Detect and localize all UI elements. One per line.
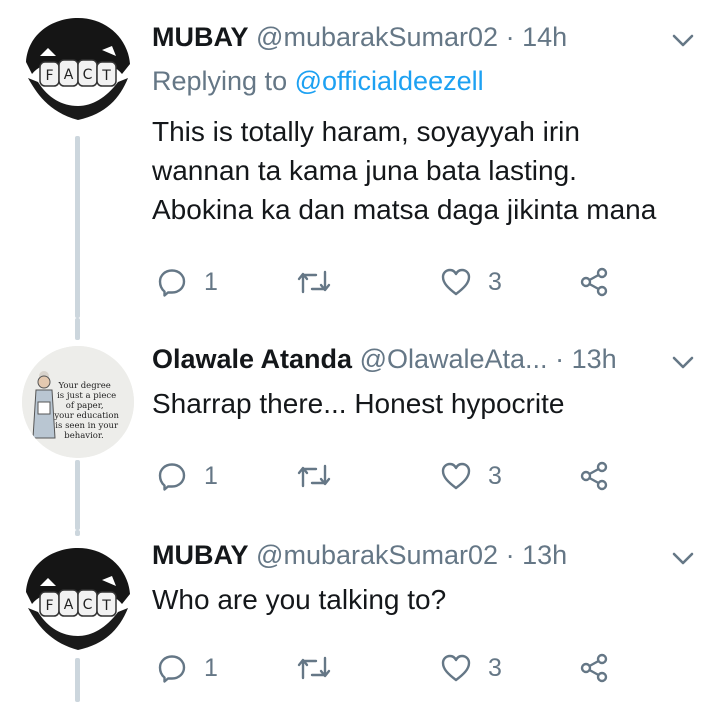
share-button[interactable] — [578, 652, 610, 684]
reply-button[interactable]: 1 — [156, 460, 218, 492]
reply-icon — [158, 655, 186, 683]
display-name[interactable]: MUBAY — [152, 22, 249, 52]
reply-button[interactable]: 1 — [156, 652, 218, 684]
replying-prefix: Replying to — [152, 66, 295, 96]
timestamp[interactable]: 13h — [572, 344, 617, 374]
tweet-actions: 1 3 — [152, 652, 632, 692]
mention-link[interactable]: @officialdeezell — [295, 66, 484, 96]
replying-to: Replying to @officialdeezell — [152, 64, 484, 98]
separator-dot: · — [505, 22, 515, 52]
share-button[interactable] — [578, 266, 610, 298]
fact-letter: A — [64, 67, 74, 83]
reply-count: 1 — [204, 267, 218, 296]
like-count: 3 — [488, 267, 502, 296]
separator-dot: · — [555, 344, 565, 374]
quote-line: is just a piece — [57, 391, 116, 401]
text-line: Who are you talking to? — [152, 584, 447, 615]
text-line: wannan ta kama juna bata lasting. — [152, 155, 577, 186]
quote-line: of paper, — [66, 401, 104, 411]
avatar[interactable]: F A C T — [22, 542, 134, 654]
like-count: 3 — [488, 461, 502, 490]
share-icon — [580, 461, 608, 491]
tweet[interactable]: F A C T MUBAY @mubarakSumar02 · 14h Repl… — [0, 0, 720, 318]
text-line: Sharrap there... Honest hypocrite — [152, 388, 565, 419]
like-icon — [441, 462, 471, 490]
retweet-icon — [297, 656, 331, 680]
tweet-actions: 1 3 — [152, 460, 632, 500]
share-button[interactable] — [578, 460, 610, 492]
retweet-button[interactable] — [296, 266, 332, 298]
thread-line — [75, 136, 80, 318]
tweet[interactable]: F A C T MUBAY @mubarakSumar02 · 13h Who … — [0, 530, 720, 702]
retweet-icon — [297, 270, 331, 294]
like-count: 3 — [488, 653, 502, 682]
tweet-text: Who are you talking to? — [152, 580, 712, 619]
timestamp[interactable]: 14h — [522, 22, 567, 52]
like-icon — [441, 654, 471, 682]
tweet-header: MUBAY @mubarakSumar02 · 13h — [152, 538, 567, 572]
retweet-icon — [297, 464, 331, 488]
retweet-button[interactable] — [296, 652, 332, 684]
reply-icon — [158, 269, 186, 297]
chevron-down-icon[interactable] — [670, 548, 696, 568]
tweet-text: Sharrap there... Honest hypocrite — [152, 384, 712, 423]
tweet-text: This is totally haram, soyayyah irin wan… — [152, 112, 712, 229]
thread-line — [75, 460, 80, 530]
username[interactable]: @OlawaleAta... — [360, 344, 548, 374]
tweet[interactable]: Your degree is just a piece of paper, yo… — [0, 318, 720, 530]
share-icon — [580, 653, 608, 683]
tweet-header: Olawale Atanda @OlawaleAta... · 13h — [152, 342, 617, 376]
like-button[interactable]: 3 — [440, 460, 502, 492]
display-name[interactable]: Olawale Atanda — [152, 344, 352, 374]
separator-dot: · — [505, 540, 515, 570]
like-icon — [441, 268, 471, 296]
like-button[interactable]: 3 — [440, 266, 502, 298]
thread-line — [75, 658, 80, 702]
quote-line: your education — [53, 411, 119, 421]
reply-count: 1 — [204, 461, 218, 490]
thread-line — [75, 530, 80, 536]
quote-line: behavior. — [64, 431, 103, 441]
display-name[interactable]: MUBAY — [152, 540, 249, 570]
share-icon — [580, 267, 608, 297]
fact-letter: C — [83, 597, 93, 613]
reply-count: 1 — [204, 653, 218, 682]
quote-line: Your degree — [58, 381, 111, 391]
fact-letter: F — [45, 68, 53, 84]
reply-button[interactable]: 1 — [156, 266, 218, 298]
username[interactable]: @mubarakSumar02 — [256, 22, 498, 52]
fact-letter: A — [64, 597, 74, 613]
fact-letter: T — [101, 598, 111, 614]
retweet-button[interactable] — [296, 460, 332, 492]
tweet-actions: 1 3 — [152, 266, 632, 306]
avatar[interactable]: F A C T — [22, 12, 134, 124]
like-button[interactable]: 3 — [440, 652, 502, 684]
text-line: This is totally haram, soyayyah irin — [152, 116, 580, 147]
username[interactable]: @mubarakSumar02 — [256, 540, 498, 570]
fact-letter: T — [101, 68, 111, 84]
avatar[interactable]: Your degree is just a piece of paper, yo… — [22, 346, 134, 458]
chevron-down-icon[interactable] — [670, 352, 696, 372]
timestamp[interactable]: 13h — [522, 540, 567, 570]
fact-letter: C — [83, 67, 93, 83]
thread-line — [75, 318, 80, 340]
text-line: Abokina ka dan matsa daga jikinta mana — [152, 194, 657, 225]
fact-letter: F — [45, 598, 53, 614]
quote-line: is seen in your — [55, 421, 119, 431]
chevron-down-icon[interactable] — [670, 30, 696, 50]
reply-icon — [158, 463, 186, 491]
tweet-header: MUBAY @mubarakSumar02 · 14h — [152, 20, 567, 54]
